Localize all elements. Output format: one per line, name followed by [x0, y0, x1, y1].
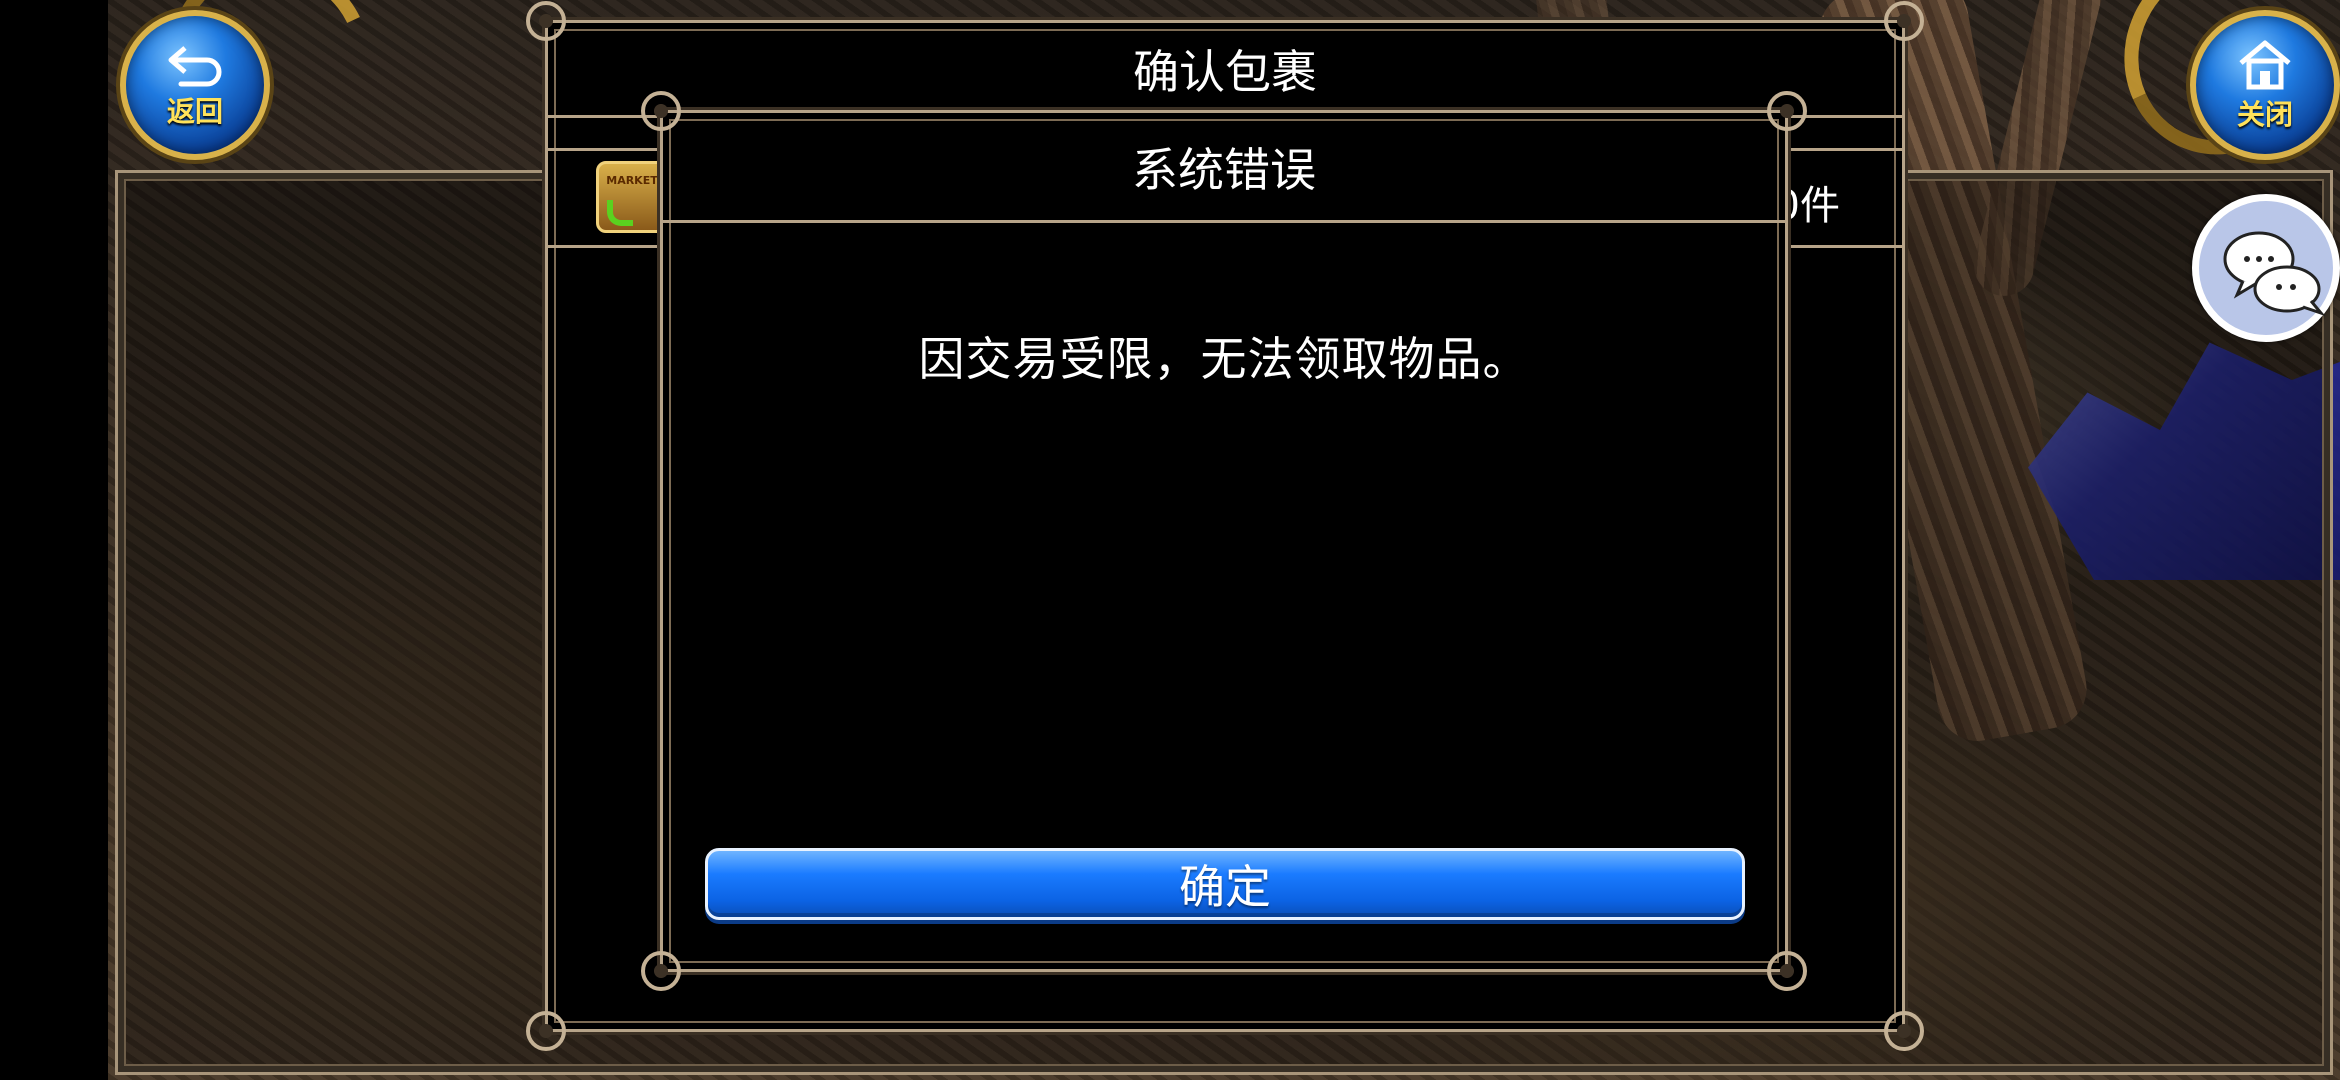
back-button[interactable]: 返回 [120, 10, 270, 160]
home-icon [2233, 37, 2297, 91]
back-button-label: 返回 [166, 95, 223, 128]
error-message: 因交易受限，无法领取物品。 [918, 332, 1530, 386]
frame-corner-ornament [1767, 951, 1807, 991]
chat-button[interactable] [2192, 194, 2340, 342]
confirm-package-title: 确认包裹 [548, 23, 1902, 118]
close-button-wrap: 关闭 [2096, 0, 2340, 182]
frame-corner-ornament [526, 1011, 566, 1051]
close-button-label: 关闭 [2236, 98, 2293, 131]
frame-corner-ornament [641, 951, 681, 991]
market-icon-text: MARKET [606, 174, 658, 187]
close-button[interactable]: 关闭 [2190, 10, 2340, 160]
green-arrow-icon [607, 200, 633, 226]
system-error-title: 系统错误 [663, 113, 1785, 223]
back-button-wrap: 返回 [110, 0, 397, 179]
frame-corner-ornament [1884, 1011, 1924, 1051]
system-error-dialog: 系统错误 因交易受限，无法领取物品。 确定 [641, 91, 1807, 991]
return-arrow-icon [163, 40, 227, 88]
confirm-button[interactable]: 确定 [705, 848, 1745, 920]
market-icon: MARKET [596, 161, 668, 233]
